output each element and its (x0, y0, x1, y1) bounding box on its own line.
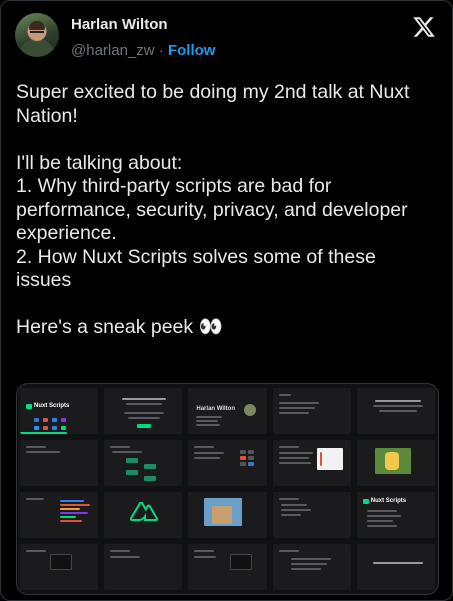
slide-thumbnail (104, 544, 183, 590)
slide-thumbnail: Nuxt Scripts (20, 388, 99, 434)
slide-thumbnail (272, 440, 351, 486)
nuxt-logo-icon (26, 404, 32, 409)
slide-thumbnail (188, 544, 267, 590)
slide-thumbnail (20, 544, 99, 590)
slide-thumbnail (188, 440, 267, 486)
slide-thumbnail (272, 388, 351, 434)
author-handle-row: @harlan_zw · Follow (71, 42, 215, 59)
tweet-card: Harlan Wilton @harlan_zw · Follow Super … (0, 0, 453, 601)
slide-thumbnail (104, 492, 183, 538)
author-avatar[interactable] (15, 13, 59, 57)
slide-thumbnail (356, 388, 435, 434)
tweet-text: Super excited to be doing my 2nd talk at… (16, 81, 410, 338)
slide-thumbnail (20, 492, 99, 538)
nuxt-logo-icon (362, 499, 369, 504)
slides-grid: Nuxt Scripts Harlan Wilton Nuxt Scripts (20, 388, 435, 590)
slide-thumbnail (104, 388, 183, 434)
avatar-glasses (30, 31, 44, 34)
avatar-hair (29, 21, 45, 30)
nuxt-logo-icon (130, 502, 159, 521)
slide-thumbnail (356, 440, 435, 486)
slide-thumbnail: Harlan Wilton (188, 388, 267, 434)
slide-thumbnail (356, 544, 435, 590)
author-name[interactable]: Harlan Wilton (71, 16, 168, 33)
follow-button[interactable]: Follow (168, 42, 216, 59)
slide-title: Harlan Wilton (196, 406, 236, 412)
slide-thumbnail (272, 544, 351, 590)
slide-thumbnail (104, 440, 183, 486)
slide-title: Nuxt Scripts (370, 498, 407, 504)
slide-thumbnail (272, 492, 351, 538)
separator-dot: · (158, 42, 164, 59)
x-logo-icon[interactable] (412, 15, 436, 39)
media-image[interactable]: Nuxt Scripts Harlan Wilton Nuxt Scripts (16, 383, 439, 595)
slide-title: Nuxt Scripts (34, 403, 70, 409)
slide-thumbnail (188, 492, 267, 538)
author-handle[interactable]: @harlan_zw (71, 42, 155, 59)
slide-thumbnail (20, 440, 99, 486)
slide-thumbnail: Nuxt Scripts (356, 492, 435, 538)
